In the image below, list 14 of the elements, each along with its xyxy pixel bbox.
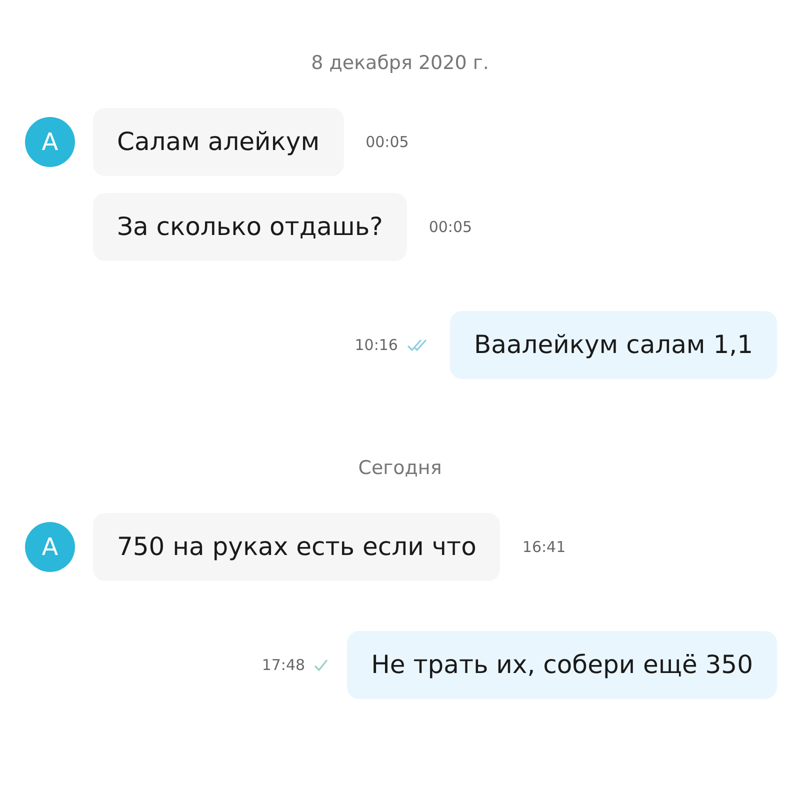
message-bubble: Не трать их, собери ещё 350 — [347, 631, 777, 699]
message-time: 00:05 — [366, 133, 409, 151]
message-time: 10:16 — [354, 336, 398, 354]
message-time: 17:48 — [262, 656, 306, 674]
message-bubble: 750 на руках есть если что — [93, 513, 500, 581]
message-time: 16:41 — [522, 538, 566, 556]
date-divider: Сегодня — [358, 456, 442, 481]
date-divider: 8 декабря 2020 г. — [311, 51, 489, 76]
avatar: A — [25, 522, 75, 572]
message-bubble: Ваалейкум салам 1,1 — [450, 311, 777, 379]
avatar: A — [25, 117, 75, 167]
message-time: 00:05 — [428, 218, 472, 236]
message-bubble: Салам алейкум — [93, 108, 344, 176]
message-bubble: За сколько отдашь? — [93, 193, 407, 261]
